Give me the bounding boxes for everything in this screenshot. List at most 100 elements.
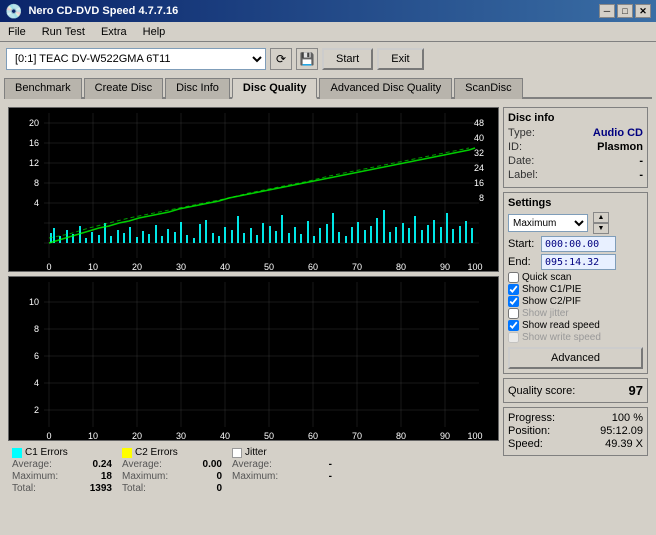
svg-text:4: 4 [34, 378, 39, 388]
exit-button[interactable]: Exit [377, 48, 423, 70]
svg-text:100: 100 [467, 262, 482, 272]
jitter-label: Jitter [245, 447, 267, 458]
maximize-button[interactable]: □ [617, 4, 633, 18]
speed-row-info: Speed: 49.39 X [508, 438, 643, 450]
disc-date-label: Date: [508, 155, 534, 167]
show-write-speed-checkbox[interactable] [508, 332, 519, 343]
position-value: 95:12.09 [600, 425, 643, 437]
start-button[interactable]: Start [322, 48, 373, 70]
menu-run-test[interactable]: Run Test [38, 25, 89, 39]
tab-create-disc[interactable]: Create Disc [84, 78, 163, 99]
tab-advanced-disc-quality[interactable]: Advanced Disc Quality [319, 78, 452, 99]
menu-extra[interactable]: Extra [97, 25, 131, 39]
c1-max-value: 18 [101, 471, 112, 482]
c1-total-label: Total: [12, 483, 36, 494]
tab-benchmark[interactable]: Benchmark [4, 78, 82, 99]
tab-disc-quality[interactable]: Disc Quality [232, 78, 318, 99]
legend-c2: C2 Errors Average: 0.00 Maximum: 0 Total… [122, 447, 222, 494]
disc-date-value: - [639, 155, 643, 167]
show-read-speed-row: Show read speed [508, 320, 643, 331]
svg-text:100: 100 [467, 431, 482, 441]
svg-text:10: 10 [88, 431, 98, 441]
tab-scandisc[interactable]: ScanDisc [454, 78, 522, 99]
quality-score-label: Quality score: [508, 385, 575, 397]
chart-section: 20 16 12 8 4 48 40 32 24 16 8 0 10 20 [8, 107, 499, 496]
disc-label-value: - [639, 169, 643, 181]
svg-text:10: 10 [88, 262, 98, 272]
jitter-avg-label: Average: [232, 459, 272, 470]
svg-text:90: 90 [440, 262, 450, 272]
svg-text:16: 16 [474, 178, 484, 188]
speed-up-button[interactable]: ▲ [593, 212, 609, 223]
tab-bar: Benchmark Create Disc Disc Info Disc Qua… [4, 76, 652, 99]
speed-select[interactable]: Maximum [508, 214, 588, 232]
c1-color-box [12, 448, 22, 458]
end-input[interactable] [541, 254, 616, 270]
end-label: End: [508, 256, 538, 268]
disc-id-value: Plasmon [597, 141, 643, 153]
start-input[interactable] [541, 236, 616, 252]
menu-help[interactable]: Help [139, 25, 170, 39]
speed-row: Maximum ▲ ▼ [508, 212, 643, 234]
start-row: Start: [508, 236, 643, 252]
c1-avg-label: Average: [12, 459, 52, 470]
disc-type-row: Type: Audio CD [508, 127, 643, 139]
legend-jitter-title: Jitter [232, 447, 332, 458]
show-jitter-label: Show jitter [522, 308, 569, 319]
svg-text:70: 70 [352, 431, 362, 441]
speed-value: 49.39 X [605, 438, 643, 450]
position-row: Position: 95:12.09 [508, 425, 643, 437]
c2-total-value: 0 [216, 483, 222, 494]
show-read-speed-label: Show read speed [522, 320, 600, 331]
window-controls: ─ □ ✕ [599, 4, 651, 18]
right-panel: Disc info Type: Audio CD ID: Plasmon Dat… [503, 107, 648, 496]
close-button[interactable]: ✕ [635, 4, 651, 18]
svg-text:12: 12 [29, 158, 39, 168]
quick-scan-checkbox[interactable] [508, 272, 519, 283]
svg-text:40: 40 [474, 133, 484, 143]
bottom-chart-svg: 10 8 6 4 2 0 10 20 30 40 50 60 70 80 90 [9, 277, 484, 441]
progress-value: 100 % [612, 412, 643, 424]
tab-disc-info[interactable]: Disc Info [165, 78, 230, 99]
svg-text:0: 0 [46, 262, 51, 272]
show-write-speed-row: Show write speed [508, 332, 643, 343]
top-chart: 20 16 12 8 4 48 40 32 24 16 8 0 10 20 [8, 107, 499, 272]
svg-text:40: 40 [220, 262, 230, 272]
legend-c2-title: C2 Errors [122, 447, 222, 458]
drive-select[interactable]: [0:1] TEAC DV-W522GMA 6T11 [6, 48, 266, 70]
show-jitter-checkbox[interactable] [508, 308, 519, 319]
svg-text:48: 48 [474, 118, 484, 128]
show-c2-label: Show C2/PIF [522, 296, 581, 307]
svg-text:90: 90 [440, 431, 450, 441]
speed-down-button[interactable]: ▼ [593, 223, 609, 234]
svg-text:20: 20 [29, 118, 39, 128]
svg-text:0: 0 [46, 431, 51, 441]
progress-row: Progress: 100 % [508, 412, 643, 424]
show-c1-checkbox[interactable] [508, 284, 519, 295]
quality-score-panel: Quality score: 97 [503, 378, 648, 403]
disc-type-label: Type: [508, 127, 535, 139]
toolbar: [0:1] TEAC DV-W522GMA 6T11 ⟳ 💾 Start Exi… [4, 46, 652, 72]
disc-info-panel: Disc info Type: Audio CD ID: Plasmon Dat… [503, 107, 648, 188]
menu-file[interactable]: File [4, 25, 30, 39]
disc-id-row: ID: Plasmon [508, 141, 643, 153]
minimize-button[interactable]: ─ [599, 4, 615, 18]
disc-id-label: ID: [508, 141, 522, 153]
c2-max-label: Maximum: [122, 471, 168, 482]
svg-text:80: 80 [396, 431, 406, 441]
speed-label: Speed: [508, 438, 543, 450]
save-icon[interactable]: 💾 [296, 48, 318, 70]
show-c2-checkbox[interactable] [508, 296, 519, 307]
svg-text:50: 50 [264, 431, 274, 441]
progress-label: Progress: [508, 412, 555, 424]
show-c1-row: Show C1/PIE [508, 284, 643, 295]
show-read-speed-checkbox[interactable] [508, 320, 519, 331]
advanced-button[interactable]: Advanced [508, 347, 643, 369]
svg-text:40: 40 [220, 431, 230, 441]
refresh-icon[interactable]: ⟳ [270, 48, 292, 70]
jitter-max-label: Maximum: [232, 471, 278, 482]
legend-c1: C1 Errors Average: 0.24 Maximum: 18 Tota… [12, 447, 112, 494]
jitter-max-row: Maximum: - [232, 471, 332, 482]
legend-jitter: Jitter Average: - Maximum: - [232, 447, 332, 494]
settings-panel: Settings Maximum ▲ ▼ Start: End: [503, 192, 648, 374]
